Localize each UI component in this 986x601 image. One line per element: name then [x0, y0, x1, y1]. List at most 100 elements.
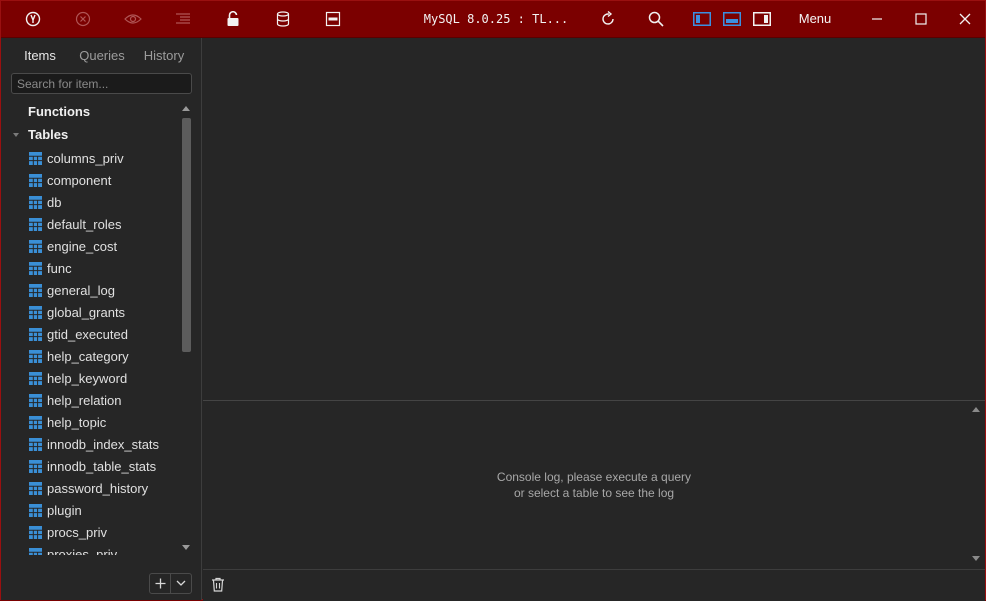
table-item-label: default_roles	[47, 216, 122, 232]
table-item-label: general_log	[47, 282, 115, 298]
table-item-label: help_category	[47, 348, 129, 364]
table-item[interactable]: help_category	[29, 345, 129, 367]
layout-left-icon[interactable]	[691, 1, 713, 37]
table-item-label: help_topic	[47, 414, 107, 430]
table-icon	[29, 437, 42, 451]
table-item[interactable]: plugin	[29, 499, 82, 521]
chevron-down-icon[interactable]	[171, 574, 191, 593]
main-content-area[interactable]	[203, 38, 985, 400]
table-item-label: engine_cost	[47, 238, 118, 254]
close-icon[interactable]	[953, 1, 977, 37]
table-icon	[29, 151, 42, 165]
table-icon	[29, 525, 42, 539]
disconnect-icon[interactable]	[71, 1, 95, 37]
sidebar-tabs: Items Queries History	[1, 38, 201, 74]
group-tables[interactable]: Tables	[28, 125, 68, 145]
eye-icon[interactable]	[120, 1, 146, 37]
table-icon	[29, 173, 42, 187]
trash-icon[interactable]	[211, 577, 225, 597]
add-button-group	[149, 573, 192, 594]
table-icon	[29, 547, 42, 555]
table-item-label: func	[47, 260, 72, 276]
group-functions[interactable]: Functions	[28, 102, 90, 122]
table-icon	[29, 481, 42, 495]
table-item-label: proxies_priv	[47, 546, 118, 556]
layout-right-icon[interactable]	[751, 1, 773, 37]
search-icon[interactable]	[644, 1, 668, 37]
object-tree: Functions Tables columns_priv component db…	[1, 100, 179, 555]
table-item-label: innodb_index_stats	[47, 436, 160, 452]
console-footer	[203, 569, 985, 601]
app-window: MySQL 8.0.25 : TL... Menu Items Queries …	[0, 0, 986, 601]
sidebar: Items Queries History Functions Tables c…	[1, 38, 202, 600]
refresh-icon[interactable]	[596, 1, 620, 37]
table-item[interactable]: innodb_index_stats	[29, 433, 159, 455]
console-message-line-2: or select a table to see the log	[513, 486, 675, 500]
table-icon	[29, 195, 42, 209]
table-item[interactable]: default_roles	[29, 213, 121, 235]
table-item-label: component	[47, 172, 112, 188]
table-item-label: db	[47, 194, 62, 210]
add-icon[interactable]	[150, 574, 171, 593]
console-scroll-down-icon[interactable]	[972, 556, 980, 561]
table-item[interactable]: columns_priv	[29, 147, 124, 169]
table-icon	[29, 305, 42, 319]
database-icon[interactable]	[271, 1, 295, 37]
table-item[interactable]: component	[29, 169, 111, 191]
table-item[interactable]: procs_priv	[29, 521, 107, 543]
table-icon	[29, 283, 42, 297]
scroll-thumb[interactable]	[182, 118, 191, 352]
table-item[interactable]: func	[29, 257, 72, 279]
console-panel: Console log, please execute a query or s…	[203, 400, 985, 569]
table-item-label: password_history	[47, 480, 149, 496]
table-item[interactable]: help_topic	[29, 411, 106, 433]
table-item-label: global_grants	[47, 304, 126, 320]
title-bar: MySQL 8.0.25 : TL... Menu	[1, 1, 985, 38]
table-item[interactable]: help_relation	[29, 389, 121, 411]
console-message: Console log, please execute a query or s…	[203, 469, 985, 501]
expand-caret-icon[interactable]	[13, 133, 19, 137]
table-icon	[29, 239, 42, 253]
format-icon[interactable]	[171, 1, 195, 37]
tab-queries[interactable]: Queries	[73, 38, 131, 74]
table-item[interactable]: db	[29, 191, 61, 213]
search-input[interactable]	[11, 73, 192, 94]
table-item[interactable]: password_history	[29, 477, 148, 499]
maximize-icon[interactable]	[909, 1, 933, 37]
layout-bottom-icon[interactable]	[721, 1, 743, 37]
scroll-up-icon[interactable]	[182, 106, 190, 111]
lock-icon[interactable]	[221, 1, 245, 37]
minimize-icon[interactable]	[865, 1, 889, 37]
table-item-label: columns_priv	[47, 150, 124, 166]
window-title: MySQL 8.0.25 : TL...	[423, 12, 569, 26]
tab-items[interactable]: Items	[13, 38, 67, 74]
table-item[interactable]: gtid_executed	[29, 323, 128, 345]
table-icon	[29, 327, 42, 341]
table-item[interactable]: engine_cost	[29, 235, 117, 257]
console-scroll-up-icon[interactable]	[972, 407, 980, 412]
table-item-label: gtid_executed	[47, 326, 128, 342]
table-item-label: plugin	[47, 502, 82, 518]
connect-icon[interactable]	[21, 1, 45, 37]
table-icon	[29, 393, 42, 407]
table-item[interactable]: help_keyword	[29, 367, 127, 389]
table-icon	[29, 503, 42, 517]
tab-history[interactable]: History	[137, 38, 191, 74]
table-item-label: innodb_table_stats	[47, 458, 157, 474]
table-icon	[29, 261, 42, 275]
table-icon	[29, 415, 42, 429]
table-item[interactable]: general_log	[29, 279, 115, 301]
table-item[interactable]: global_grants	[29, 301, 125, 323]
table-icon	[29, 371, 42, 385]
table-icon	[29, 217, 42, 231]
table-item[interactable]: proxies_priv	[29, 543, 117, 555]
menu-button[interactable]: Menu	[791, 1, 839, 37]
sql-file-icon[interactable]	[321, 1, 345, 37]
sidebar-scrollbar[interactable]	[179, 101, 194, 556]
console-message-line-1: Console log, please execute a query	[496, 470, 692, 484]
table-item-label: help_keyword	[47, 370, 128, 386]
table-item-label: help_relation	[47, 392, 122, 408]
table-icon	[29, 459, 42, 473]
table-item[interactable]: innodb_table_stats	[29, 455, 156, 477]
scroll-down-icon[interactable]	[182, 545, 190, 550]
